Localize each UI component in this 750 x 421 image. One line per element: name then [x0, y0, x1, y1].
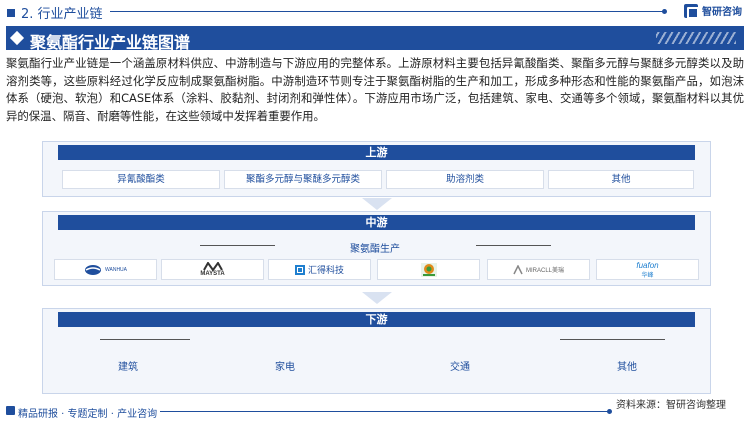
upstream-header: 上游	[58, 145, 695, 160]
company-logo-4	[377, 259, 480, 280]
company-logo-wanhua: WANHUA	[54, 259, 157, 280]
downstream-item: 交通	[450, 362, 470, 373]
top-header: 2. 行业产业链 智研咨询	[0, 0, 750, 22]
huide-logo-icon	[294, 264, 305, 275]
source-note: 资料来源：智研咨询整理	[616, 400, 726, 411]
company-logo-huide: 汇得科技	[268, 259, 371, 280]
divider-line	[476, 245, 551, 246]
company-logo-icon	[420, 262, 437, 277]
brand-logo: 智研咨询	[684, 3, 742, 19]
divider-line	[560, 339, 665, 340]
midstream-sublabel: 聚氨酯生产	[350, 244, 400, 255]
company-logo-miracll: MIRACLL美瑞	[487, 259, 590, 280]
upstream-item: 聚酯多元醇与聚醚多元醇类	[224, 170, 382, 189]
down-arrow-icon	[362, 198, 392, 212]
brand-icon	[684, 3, 699, 19]
company-name: 华峰	[641, 272, 654, 279]
upstream-item: 其他	[548, 170, 694, 189]
footer-divider	[160, 409, 612, 414]
downstream-item: 家电	[275, 362, 295, 373]
downstream-item: 其他	[617, 362, 637, 373]
company-name: MAYSTA	[200, 271, 225, 277]
down-arrow-icon	[362, 292, 392, 306]
section-heading: 2. 行业产业链	[7, 3, 103, 22]
square-bullet-icon	[7, 9, 15, 17]
intro-paragraph: 聚氨酯行业产业链是一个涵盖原材料供应、中游制造与下游应用的完整体系。上游原材料主…	[6, 56, 744, 123]
maysta-logo-icon	[202, 262, 223, 271]
miracll-logo-icon	[513, 264, 523, 274]
downstream-item: 建筑	[118, 362, 138, 373]
company-name: MIRACLL美瑞	[525, 268, 564, 274]
divider-line	[200, 245, 275, 246]
diamond-icon	[9, 30, 25, 46]
divider-line	[100, 339, 190, 340]
header-divider	[110, 9, 667, 14]
section-title: 2. 行业产业链	[21, 7, 103, 22]
wanhua-logo-icon	[84, 264, 101, 275]
midstream-header: 中游	[58, 215, 695, 230]
company-name: WANHUA	[104, 266, 128, 273]
page-title: 聚氨酯行业产业链图谱	[30, 33, 191, 52]
brand-name: 智研咨询	[702, 7, 742, 18]
footer-tagline: 精品研报 · 专题定制 · 产业咨询	[18, 409, 158, 420]
company-logo-huafeng: fuafon 华峰	[596, 259, 699, 280]
footer-icon	[6, 406, 15, 415]
upstream-item: 异氰酸酯类	[62, 170, 220, 189]
downstream-header: 下游	[58, 312, 695, 327]
upstream-item: 助溶剂类	[386, 170, 544, 189]
decorative-stripes	[656, 32, 736, 44]
company-name-latin: fuafon	[636, 260, 659, 270]
company-name: 汇得科技	[307, 265, 344, 275]
company-logo-maysta: MAYSTA	[161, 259, 264, 280]
title-bar: 聚氨酯行业产业链图谱	[6, 26, 744, 52]
